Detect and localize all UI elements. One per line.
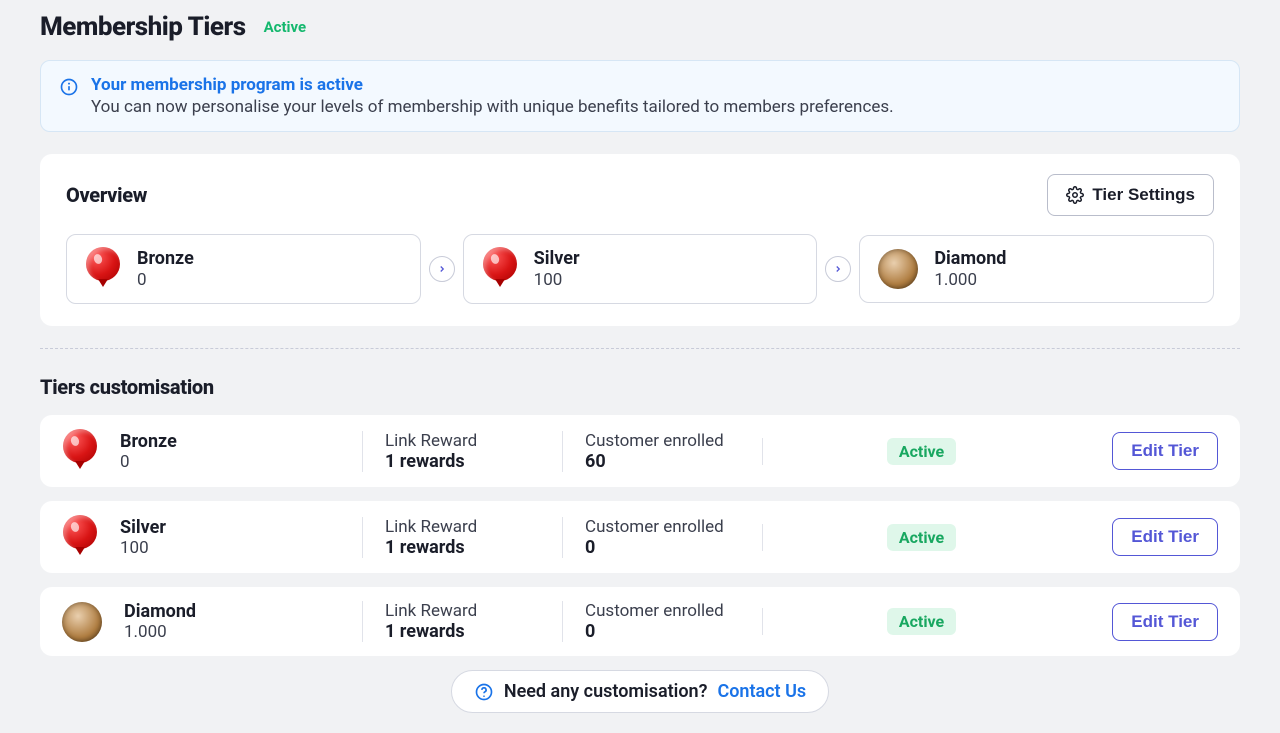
balloon-icon [62,429,98,473]
page-header: Membership Tiers Active [40,12,1240,42]
link-reward-label: Link Reward [385,517,562,537]
edit-tier-button[interactable]: Edit Tier [1112,603,1218,641]
tier-row-threshold: 1.000 [124,622,196,642]
edit-tier-button[interactable]: Edit Tier [1112,518,1218,556]
tier-settings-button[interactable]: Tier Settings [1047,174,1214,216]
balloon-icon [482,247,518,291]
program-status-badge: Active [264,18,307,36]
gear-icon [1066,186,1084,204]
footer-question-text: Need any customisation? [504,681,708,702]
enrolled-label: Customer enrolled [585,601,762,621]
info-banner-description: You can now personalise your levels of m… [91,97,894,117]
tier-image-icon [878,249,918,289]
help-icon [474,682,494,702]
overview-tier-name: Diamond [934,248,1006,270]
status-badge: Active [887,438,956,465]
tier-image-icon [62,602,102,642]
overview-tier-silver[interactable]: Silver 100 [463,234,818,304]
page-title: Membership Tiers [40,12,246,42]
link-reward-value: 1 rewards [385,451,562,472]
overview-tier-name: Bronze [137,248,194,270]
overview-tier-row: Bronze 0 Silver 100 [66,234,1214,304]
link-reward-value: 1 rewards [385,621,562,642]
info-icon [59,77,79,97]
tier-row-threshold: 0 [120,452,177,472]
section-divider [40,348,1240,349]
overview-tier-diamond[interactable]: Diamond 1.000 [859,235,1214,303]
overview-tier-name: Silver [534,248,580,270]
balloon-icon [85,247,121,291]
chevron-right-icon [429,256,455,282]
tier-row-name: Diamond [124,601,196,622]
contact-us-link[interactable]: Contact Us [717,681,806,702]
overview-card: Overview Tier Settings Bronze 0 [40,154,1240,326]
link-reward-label: Link Reward [385,601,562,621]
tier-settings-label: Tier Settings [1092,185,1195,205]
footer-help-pill: Need any customisation? Contact Us [451,670,829,713]
link-reward-value: 1 rewards [385,537,562,558]
enrolled-value: 0 [585,537,762,558]
status-badge: Active [887,524,956,551]
tier-row-name: Silver [120,517,166,538]
overview-tier-bronze[interactable]: Bronze 0 [66,234,421,304]
status-badge: Active [887,608,956,635]
enrolled-value: 0 [585,621,762,642]
chevron-right-icon [825,256,851,282]
overview-title: Overview [66,183,147,207]
tier-row-diamond: Diamond 1.000 Link Reward 1 rewards Cust… [40,587,1240,656]
link-reward-label: Link Reward [385,431,562,451]
tier-row-name: Bronze [120,431,177,452]
info-banner-title: Your membership program is active [91,75,894,95]
info-banner: Your membership program is active You ca… [40,60,1240,132]
overview-tier-threshold: 100 [534,270,580,290]
overview-tier-threshold: 0 [137,270,194,290]
tier-row-silver: Silver 100 Link Reward 1 rewards Custome… [40,501,1240,573]
balloon-icon [62,515,98,559]
edit-tier-button[interactable]: Edit Tier [1112,432,1218,470]
enrolled-label: Customer enrolled [585,517,762,537]
tier-row-bronze: Bronze 0 Link Reward 1 rewards Customer … [40,415,1240,487]
customisation-title: Tiers customisation [40,375,1240,399]
enrolled-label: Customer enrolled [585,431,762,451]
enrolled-value: 60 [585,451,762,472]
tier-row-threshold: 100 [120,538,166,558]
overview-tier-threshold: 1.000 [934,270,1006,290]
